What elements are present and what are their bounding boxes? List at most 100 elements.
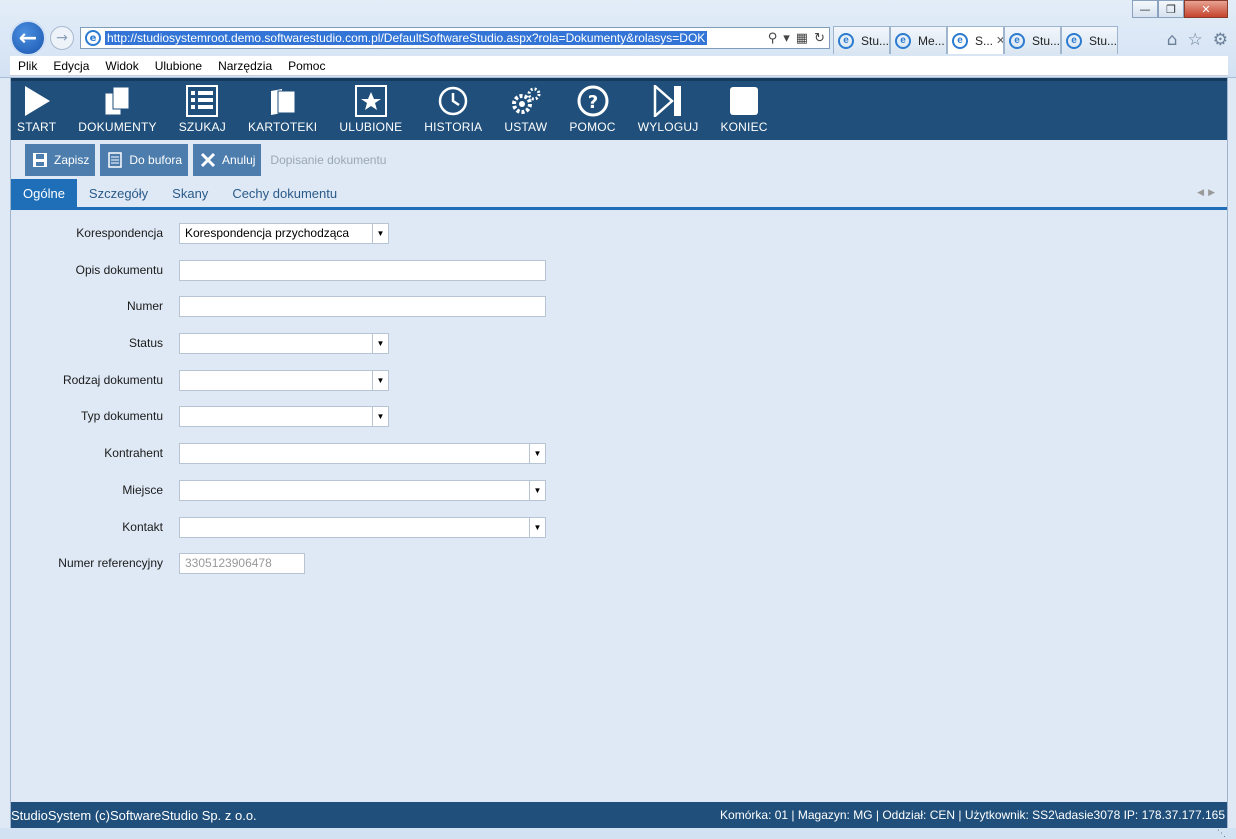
row-kontrahent: Kontrahent ▼	[11, 442, 546, 464]
toolbar-koniec[interactable]: KONIEC	[720, 85, 767, 140]
session-info: Komórka: 01 | Magazyn: MG | Oddział: CEN…	[720, 808, 1225, 822]
chevron-down-icon[interactable]: ▼	[372, 406, 388, 426]
toolbar-kartoteki[interactable]: KARTOTEKI	[248, 85, 317, 140]
star-icon	[354, 85, 387, 117]
favorites-star-icon[interactable]: ☆	[1188, 30, 1203, 50]
menu-narzedzia[interactable]: Narzędzia	[218, 59, 272, 73]
close-window-button[interactable]: ✕	[1184, 0, 1228, 18]
status-select[interactable]: ▼	[179, 332, 389, 354]
play-icon	[21, 85, 53, 117]
tab-label: Me...	[918, 33, 945, 48]
tab-scroll-arrows[interactable]: ◀▶	[1197, 188, 1219, 198]
browser-tabs: e Stu... e Me... e S...✕ e Stu... e Stu...	[833, 26, 1118, 54]
ie-icon: e	[952, 32, 968, 49]
tab-ogolne[interactable]: Ogólne	[11, 179, 77, 207]
compat-icon[interactable]: ▦	[796, 31, 808, 46]
to-buffer-button[interactable]: Do bufora	[100, 144, 189, 176]
opis-input[interactable]	[179, 259, 546, 281]
tab-skany[interactable]: Skany	[160, 179, 220, 207]
arrow-left-icon: ←	[18, 25, 38, 51]
close-icon	[199, 151, 217, 169]
floppy-icon	[31, 151, 49, 169]
chevron-down-icon[interactable]: ▼	[529, 517, 545, 537]
menu-widok[interactable]: Widok	[105, 59, 138, 73]
chevron-down-icon[interactable]: ▼	[372, 333, 388, 353]
numer-input[interactable]	[179, 295, 546, 317]
address-tools: ⚲ ▾ ▦ ↻	[768, 31, 829, 46]
label-status: Status	[128, 336, 163, 350]
toolbar-pomoc[interactable]: ? POMOC	[569, 85, 615, 140]
browser-tab[interactable]: e Me...	[890, 26, 947, 54]
label-numer: Numer	[126, 299, 163, 313]
toolbar-ustaw[interactable]: USTAW	[504, 85, 547, 140]
browser-chrome: — ❐ ✕ ← → e http://studiosystemroot.demo…	[0, 0, 1236, 78]
label-korespondencja: Korespondencja	[76, 226, 163, 240]
help-icon: ?	[577, 85, 609, 117]
toolbar-label: DOKUMENTY	[78, 120, 157, 134]
resize-grip-icon[interactable]: ⋱	[1217, 829, 1226, 839]
back-button[interactable]: ←	[10, 20, 46, 56]
ie-icon: e	[895, 32, 911, 49]
numer-ref-field: 3305123906478	[179, 552, 305, 574]
toolbar-dokumenty[interactable]: DOKUMENTY	[78, 85, 157, 140]
to-buffer-label: Do bufora	[129, 153, 183, 167]
row-korespondencja: Korespondencja Korespondencja przychodzą…	[11, 222, 389, 244]
dropdown-icon[interactable]: ▾	[783, 31, 790, 46]
cancel-button[interactable]: Anuluj	[193, 144, 262, 176]
toolbar-ulubione[interactable]: ULUBIONE	[339, 85, 402, 140]
chevron-down-icon[interactable]: ▼	[529, 443, 545, 463]
action-bar: Zapisz Do bufora Anuluj Dopisanie dokume…	[11, 140, 1227, 180]
menu-ulubione[interactable]: Ulubione	[155, 59, 202, 73]
stop-icon	[728, 85, 760, 117]
close-tab-icon[interactable]: ✕	[996, 34, 1003, 47]
gear-icon	[510, 85, 542, 117]
tab-szczegoly[interactable]: Szczegóły	[77, 179, 160, 207]
row-rodzaj: Rodzaj dokumentu ▼	[11, 369, 389, 391]
history-icon	[437, 85, 469, 117]
tab-cechy-dokumentu[interactable]: Cechy dokumentu	[220, 179, 349, 207]
rodzaj-select[interactable]: ▼	[179, 369, 389, 391]
toolbar-historia[interactable]: HISTORIA	[424, 85, 482, 140]
tab-label: S...	[975, 33, 994, 48]
arrow-right-icon: →	[56, 30, 68, 46]
korespondencja-select[interactable]: Korespondencja przychodząca ▼	[179, 222, 389, 244]
maximize-button[interactable]: ❐	[1158, 0, 1184, 18]
menu-plik[interactable]: Plik	[18, 59, 37, 73]
browser-tab[interactable]: e Stu...	[833, 26, 890, 54]
toolbar-szukaj[interactable]: SZUKAJ	[179, 85, 226, 140]
minimize-button[interactable]: —	[1132, 0, 1158, 18]
menu-pomoc[interactable]: Pomoc	[288, 59, 325, 73]
status-bar: StudioSystem (c)SoftwareStudio Sp. z o.o…	[11, 802, 1227, 828]
forward-button[interactable]: →	[50, 26, 74, 50]
home-icon[interactable]: ⌂	[1167, 30, 1178, 50]
browser-tab[interactable]: e Stu...	[1061, 26, 1118, 54]
kontakt-select[interactable]: ▼	[179, 516, 546, 538]
browser-tab-active[interactable]: e S...✕	[947, 26, 1004, 54]
toolbar-label: POMOC	[569, 120, 616, 134]
search-icon[interactable]: ⚲	[768, 31, 778, 46]
gear-icon[interactable]: ⚙	[1213, 30, 1228, 50]
toolbar-label: KONIEC	[720, 120, 768, 134]
row-typ: Typ dokumentu ▼	[11, 405, 389, 427]
typ-select[interactable]: ▼	[179, 405, 389, 427]
miejsce-select[interactable]: ▼	[179, 479, 546, 501]
ie-icon: e	[1009, 32, 1025, 49]
documents-icon	[101, 85, 133, 117]
korespondencja-value: Korespondencja przychodząca	[185, 226, 350, 240]
toolbar-wyloguj[interactable]: WYLOGUJ	[638, 85, 699, 140]
label-rodzaj: Rodzaj dokumentu	[62, 373, 163, 387]
save-button[interactable]: Zapisz	[25, 144, 96, 176]
kontrahent-select[interactable]: ▼	[179, 442, 546, 464]
chevron-down-icon[interactable]: ▼	[372, 223, 388, 243]
refresh-icon[interactable]: ↻	[814, 31, 825, 46]
address-bar[interactable]: e http://studiosystemroot.demo.softwares…	[80, 27, 830, 49]
chevron-down-icon[interactable]: ▼	[529, 480, 545, 500]
toolbar-start[interactable]: START	[17, 85, 56, 140]
menu-edycja[interactable]: Edycja	[53, 59, 89, 73]
browser-tab[interactable]: e Stu...	[1004, 26, 1061, 54]
row-numer-ref: Numer referencyjny 3305123906478	[11, 552, 305, 574]
address-url[interactable]: http://studiosystemroot.demo.softwarestu…	[105, 31, 708, 45]
chevron-down-icon[interactable]: ▼	[372, 370, 388, 390]
copyright-text: StudioSystem (c)SoftwareStudio Sp. z o.o…	[11, 807, 257, 823]
browser-menubar: Plik Edycja Widok Ulubione Narzędzia Pom…	[10, 56, 1228, 76]
